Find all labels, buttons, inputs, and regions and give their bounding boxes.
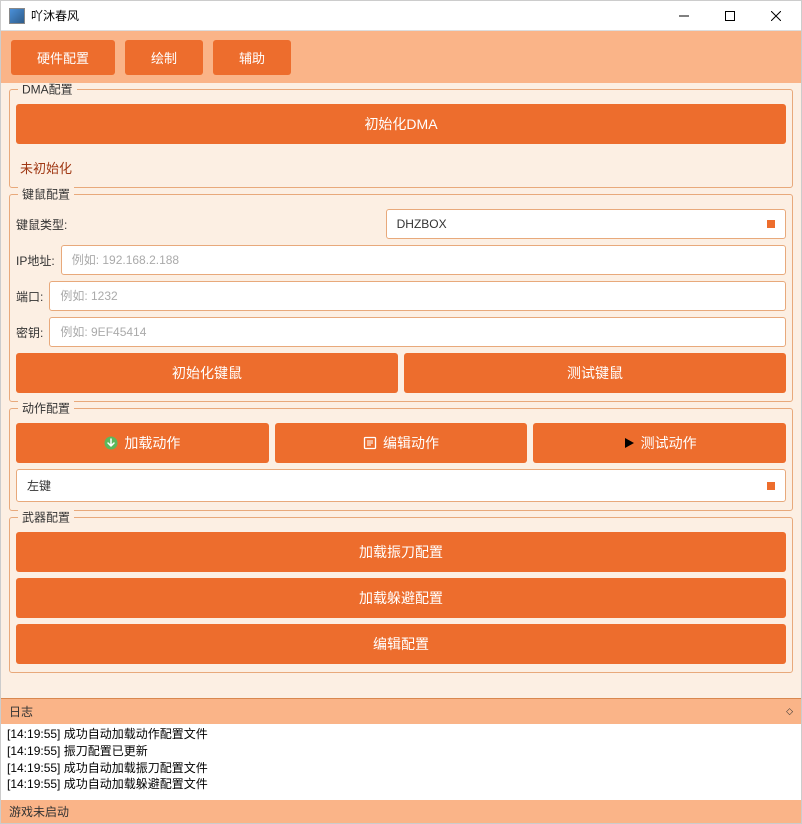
weapon-group-title: 武器配置 — [18, 509, 74, 526]
main-content: DMA配置 初始化DMA 未初始化 键鼠配置 键鼠类型: DHZBOX IP地址… — [1, 83, 801, 698]
km-type-select[interactable]: DHZBOX — [386, 209, 786, 239]
action-group: 动作配置 加载动作 编辑动作 测试动作 左键 — [9, 408, 793, 511]
play-icon — [623, 437, 635, 449]
tab-bar: 硬件配置 绘制 辅助 — [1, 31, 801, 83]
key-input[interactable] — [49, 317, 786, 347]
edit-icon — [363, 436, 377, 450]
action-key-value: 左键 — [27, 477, 51, 494]
log-body[interactable]: [14:19:55] 成功自动加载动作配置文件[14:19:55] 振刀配置已更… — [1, 724, 801, 800]
close-icon — [771, 11, 781, 21]
dma-status: 未初始化 — [16, 150, 786, 179]
maximize-button[interactable] — [707, 1, 753, 31]
log-line: [14:19:55] 振刀配置已更新 — [7, 743, 795, 760]
log-line: [14:19:55] 成功自动加载振刀配置文件 — [7, 760, 795, 777]
load-parry-button[interactable]: 加载振刀配置 — [16, 532, 786, 572]
edit-action-button[interactable]: 编辑动作 — [275, 423, 528, 463]
ip-label: IP地址: — [16, 252, 55, 269]
km-group: 键鼠配置 键鼠类型: DHZBOX IP地址: 端口: 密钥: 初始化键鼠 测试… — [9, 194, 793, 402]
app-icon — [9, 8, 25, 24]
port-label: 端口: — [16, 288, 43, 305]
key-label: 密钥: — [16, 324, 43, 341]
action-group-title: 动作配置 — [18, 400, 74, 417]
km-type-label: 键鼠类型: — [16, 216, 72, 233]
test-action-button[interactable]: 测试动作 — [533, 423, 786, 463]
log-title: 日志 — [9, 703, 33, 720]
tab-assist[interactable]: 辅助 — [213, 40, 291, 75]
tab-draw[interactable]: 绘制 — [125, 40, 203, 75]
minimize-icon — [679, 11, 689, 21]
maximize-icon — [725, 11, 735, 21]
km-group-title: 键鼠配置 — [18, 186, 74, 203]
action-key-select[interactable]: 左键 — [16, 469, 786, 502]
init-dma-button[interactable]: 初始化DMA — [16, 104, 786, 144]
load-action-button[interactable]: 加载动作 — [16, 423, 269, 463]
minimize-button[interactable] — [661, 1, 707, 31]
dock-icon[interactable]: ◇ — [786, 706, 793, 717]
chevron-down-icon — [767, 220, 775, 228]
log-line: [14:19:55] 成功自动加载动作配置文件 — [7, 726, 795, 743]
tab-hardware[interactable]: 硬件配置 — [11, 40, 115, 75]
close-button[interactable] — [753, 1, 799, 31]
status-bar: 游戏未启动 — [1, 800, 801, 823]
ip-input[interactable] — [61, 245, 786, 275]
edit-weapon-button[interactable]: 编辑配置 — [16, 624, 786, 664]
port-input[interactable] — [49, 281, 786, 311]
window-title: 吖沐春风 — [31, 7, 661, 24]
load-action-label: 加载动作 — [124, 433, 180, 453]
log-header: 日志 ◇ — [1, 698, 801, 724]
dma-group: DMA配置 初始化DMA 未初始化 — [9, 89, 793, 188]
download-icon — [104, 436, 118, 450]
edit-action-label: 编辑动作 — [383, 433, 439, 453]
km-type-value: DHZBOX — [397, 217, 447, 231]
weapon-group: 武器配置 加载振刀配置 加载躲避配置 编辑配置 — [9, 517, 793, 673]
test-action-label: 测试动作 — [641, 433, 697, 453]
titlebar: 吖沐春风 — [1, 1, 801, 31]
test-km-button[interactable]: 测试键鼠 — [404, 353, 786, 393]
dma-group-title: DMA配置 — [18, 83, 77, 98]
chevron-down-icon — [767, 482, 775, 490]
load-dodge-button[interactable]: 加载躲避配置 — [16, 578, 786, 618]
log-line: [14:19:55] 成功自动加载躲避配置文件 — [7, 776, 795, 793]
init-km-button[interactable]: 初始化键鼠 — [16, 353, 398, 393]
